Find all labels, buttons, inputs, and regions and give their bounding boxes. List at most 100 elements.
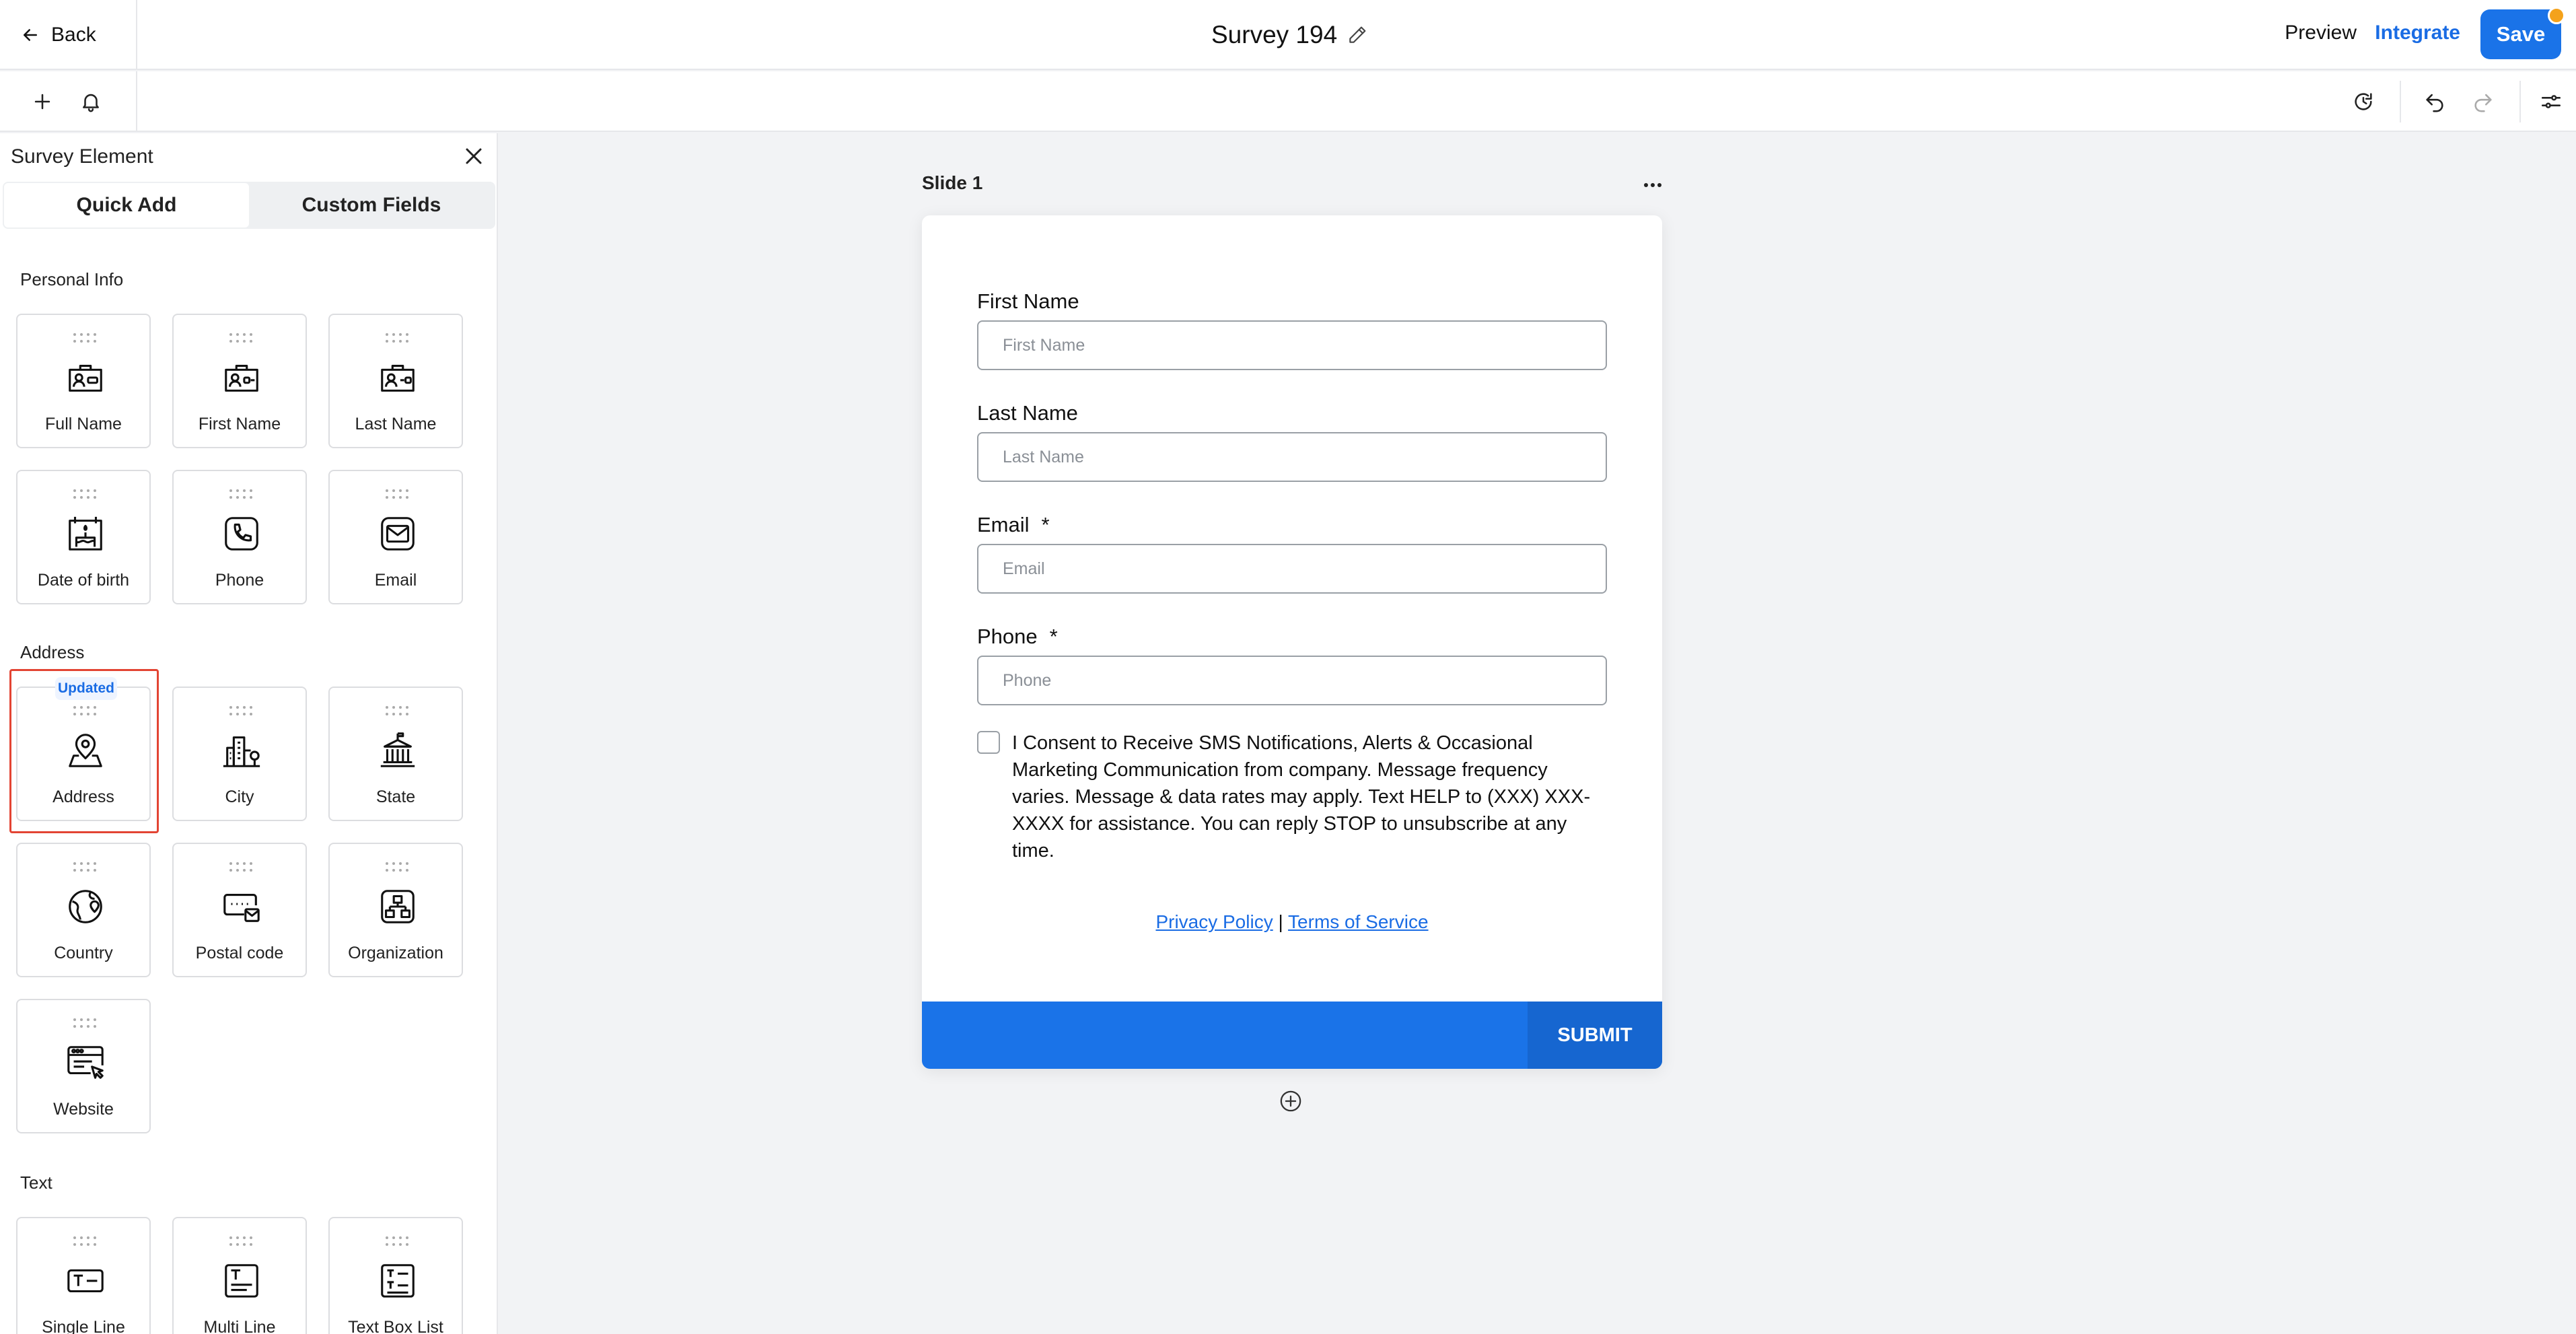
drag-handle-icon[interactable] [385,332,409,343]
divider [2519,81,2521,122]
bell-icon[interactable] [77,87,105,116]
element-label: Date of birth [37,571,130,590]
element-single-line[interactable]: Single Line [16,1217,151,1334]
element-label: First Name [198,415,281,433]
element-label: Address [52,787,114,806]
close-icon[interactable] [460,143,487,170]
mail-icon [377,513,419,555]
divider [2400,81,2401,122]
submit-bar: SUBMIT [922,1002,1662,1069]
drag-handle-icon[interactable] [229,332,253,343]
consent-checkbox[interactable] [977,731,1000,754]
element-label: Multi Line [203,1318,276,1334]
element-website[interactable]: Website [16,999,151,1133]
drag-handle-icon[interactable] [385,1236,409,1247]
drag-handle-icon[interactable] [73,862,97,872]
element-postal-code[interactable]: Postal code [172,843,307,977]
field-label-last-name: Last Name [977,401,1078,425]
element-label: Single Line [42,1318,125,1334]
drag-handle-icon[interactable] [73,332,97,343]
element-label: Phone [215,571,264,590]
section-title: Address [20,642,85,662]
back-button[interactable]: Back [20,20,96,50]
drag-handle-icon[interactable] [385,489,409,499]
privacy-policy-link[interactable]: Privacy Policy [1155,911,1273,932]
add-slide-icon[interactable] [1279,1090,1302,1113]
plus-icon[interactable] [28,87,57,116]
more-horizontal-icon[interactable] [1639,175,1666,195]
element-label: State [375,787,416,806]
id-card-icon [377,357,419,398]
submit-button[interactable]: SUBMIT [1528,1002,1662,1069]
capitol-building-icon [377,730,419,771]
consent-text: I Consent to Receive SMS Notifications, … [1012,732,1591,862]
drag-handle-icon[interactable] [229,862,253,872]
element-address[interactable]: Address [16,687,151,821]
undo-icon[interactable] [2421,87,2449,116]
element-full-name[interactable]: Full Name [16,314,151,448]
drag-handle-icon[interactable] [229,1236,253,1247]
first-name-input[interactable] [977,320,1607,370]
element-label: Postal code [195,944,284,962]
phone-icon [221,513,262,555]
last-name-input[interactable] [977,432,1607,482]
field-label-text: Phone [977,625,1038,648]
globe-pin-icon [65,886,106,927]
element-label: Website [53,1100,114,1119]
pencil-icon[interactable] [1347,24,1368,46]
element-date-of-birth[interactable]: Date of birth [16,470,151,604]
editor-toolbar [0,71,2576,132]
id-card-icon [65,357,106,398]
element-country[interactable]: Country [16,843,151,977]
drag-handle-icon[interactable] [73,1018,97,1028]
divider [136,71,137,132]
back-label: Back [51,24,96,46]
required-asterisk: * [1049,625,1058,648]
survey-title[interactable]: Survey 194 [1211,17,1368,52]
element-phone[interactable]: Phone [172,470,307,604]
survey-element-panel: Survey Element Quick Add Custom Fields P… [0,133,498,1334]
element-organization[interactable]: Organization [328,843,463,977]
map-pin-icon [65,730,106,771]
terms-of-service-link[interactable]: Terms of Service [1288,911,1429,932]
text-box-list-icon [377,1260,419,1302]
drag-handle-icon[interactable] [385,705,409,716]
element-label: Country [54,944,113,962]
element-city[interactable]: City [172,687,307,821]
browser-cursor-icon [65,1042,106,1084]
panel-title: Survey Element [11,145,153,168]
tab-quick-add[interactable]: Quick Add [4,183,249,227]
phone-input[interactable] [977,656,1607,705]
policy-links: Privacy Policy | Terms of Service [922,911,1662,933]
preview-button[interactable]: Preview [2285,22,2357,44]
section-title: Personal Info [20,269,124,289]
element-email[interactable]: Email [328,470,463,604]
email-input[interactable] [977,544,1607,594]
save-button[interactable]: Save [2480,7,2565,59]
element-state[interactable]: State [328,687,463,821]
tab-custom-fields[interactable]: Custom Fields [249,183,494,227]
divider [136,0,137,70]
drag-handle-icon[interactable] [73,489,97,499]
links-separator: | [1278,911,1283,932]
slide-label: Slide 1 [922,172,983,193]
redo-icon[interactable] [2469,87,2497,116]
postal-code-icon [221,886,262,927]
drag-handle-icon[interactable] [73,705,97,716]
element-last-name[interactable]: Last Name [328,314,463,448]
settings-sliders-icon[interactable] [2537,87,2565,116]
notification-dot [2548,7,2565,24]
integrate-button[interactable]: Integrate [2375,22,2460,44]
element-label: Email [374,571,417,590]
history-icon[interactable] [2349,87,2377,116]
drag-handle-icon[interactable] [229,705,253,716]
element-first-name[interactable]: First Name [172,314,307,448]
birthday-cake-icon [65,513,106,555]
updated-badge: Updated [55,677,117,700]
org-chart-icon [377,886,419,927]
element-text-box-list[interactable]: Text Box List [328,1217,463,1334]
drag-handle-icon[interactable] [229,489,253,499]
element-multi-line[interactable]: Multi Line [172,1217,307,1334]
drag-handle-icon[interactable] [385,862,409,872]
drag-handle-icon[interactable] [73,1236,97,1247]
